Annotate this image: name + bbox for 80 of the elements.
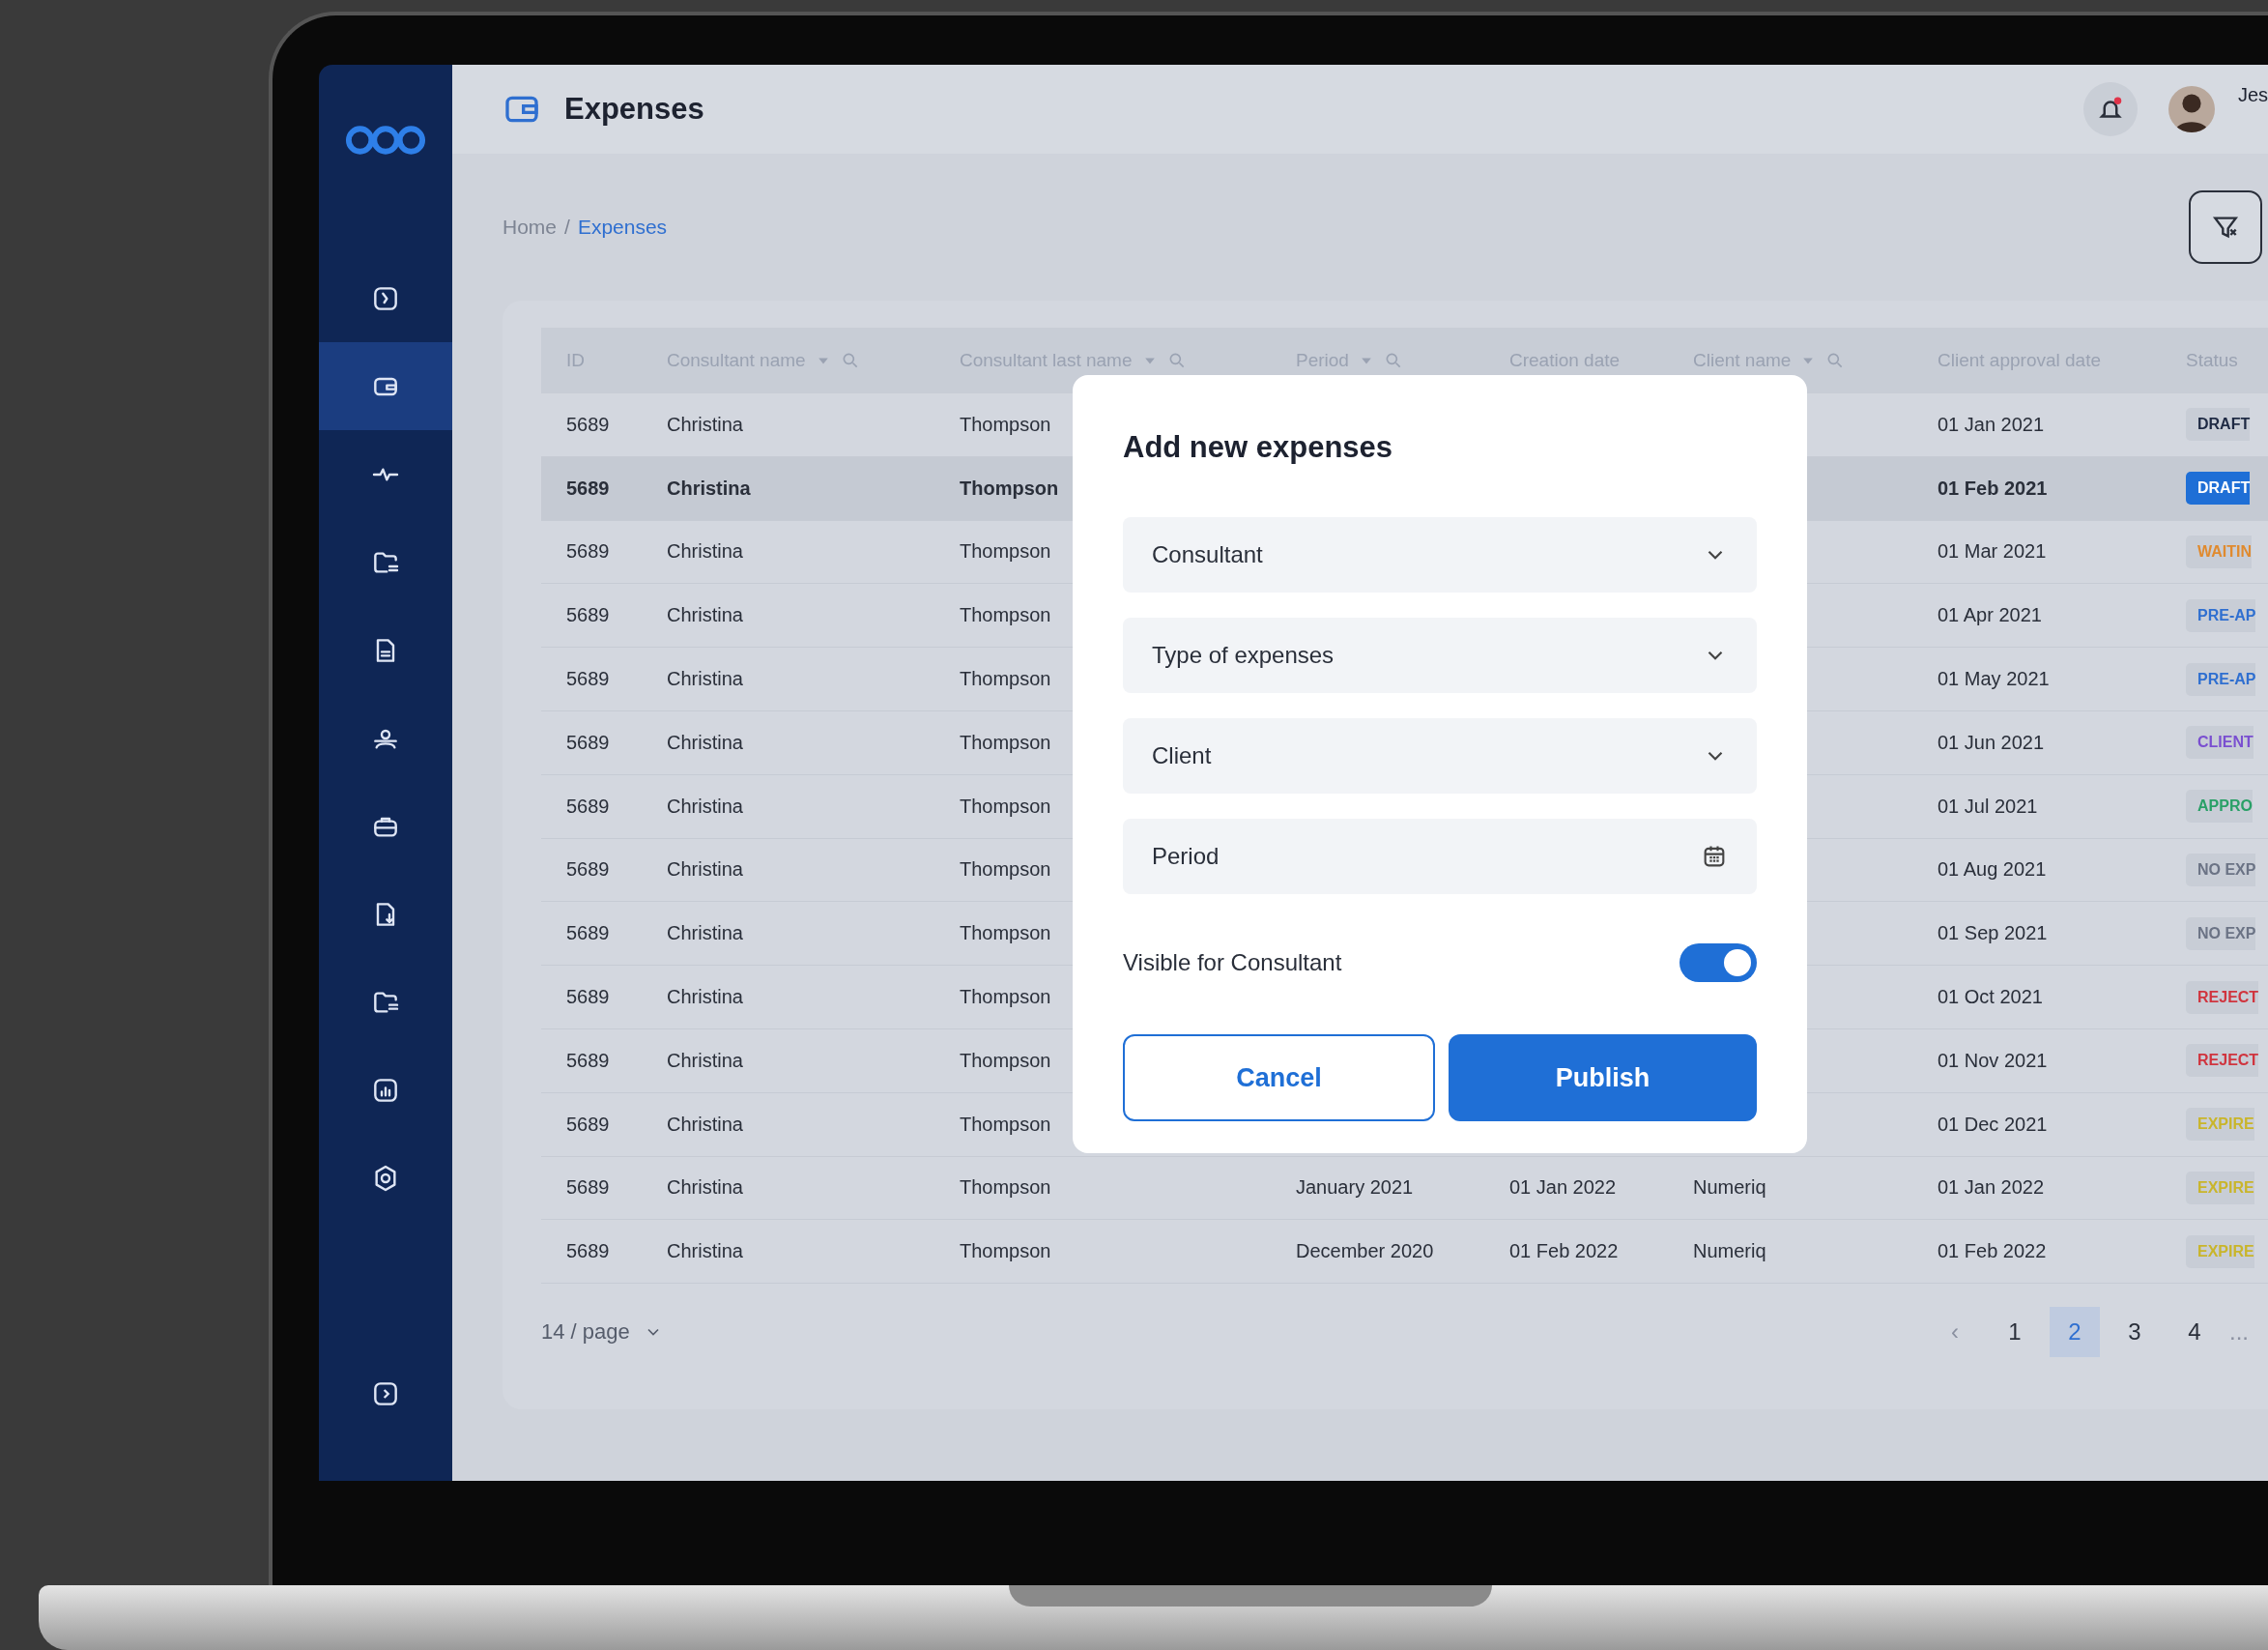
table-cell: Christina bbox=[667, 413, 743, 436]
table-cell: Christina bbox=[667, 731, 743, 754]
table-cell: 01 Jan 2022 bbox=[1938, 1176, 2045, 1200]
table-cell: Numeriq bbox=[1693, 1240, 1766, 1262]
table-cell: Christina bbox=[667, 1049, 743, 1072]
table-cell: Christina bbox=[667, 477, 751, 500]
status-badge: EXPIRE bbox=[2186, 1171, 2254, 1204]
status-badge: PRE-AP bbox=[2186, 598, 2256, 632]
table-cell: 5689 bbox=[566, 477, 610, 500]
table-cell: Christina bbox=[667, 986, 743, 1009]
table-cell: Numeriq bbox=[1693, 1176, 1766, 1199]
table-cell: Thompson bbox=[960, 604, 1051, 627]
status-badge: DRAFT bbox=[2186, 408, 2251, 442]
table-cell: 5689 bbox=[566, 668, 610, 691]
table-cell: January 2021 bbox=[1296, 1176, 1414, 1199]
table-cell: Thompson bbox=[960, 986, 1051, 1009]
status-badge: NO EXP bbox=[2186, 916, 2256, 950]
dialog-title: Add new expenses bbox=[1123, 430, 1394, 465]
table-cell: 01 Sep 2021 bbox=[1938, 922, 2048, 945]
table-cell: 5689 bbox=[566, 540, 610, 564]
status-badge: EXPIRE bbox=[2186, 1108, 2254, 1142]
status-badge: PRE-AP bbox=[2186, 662, 2256, 696]
table-cell: 01 Apr 2021 bbox=[1938, 604, 2042, 627]
status-badge: CLIENT bbox=[2186, 726, 2254, 760]
table-cell: 01 Feb 2022 bbox=[1938, 1240, 2047, 1263]
breadcrumb-separator: / bbox=[564, 216, 570, 239]
table-cell: Christina bbox=[667, 1176, 743, 1200]
table-cell: Thompson bbox=[960, 540, 1051, 564]
table-cell: Thompson bbox=[960, 413, 1051, 436]
table-cell: 5689 bbox=[566, 413, 610, 436]
table-cell: Christina bbox=[667, 540, 743, 564]
status-badge: REJECT bbox=[2186, 1044, 2259, 1078]
table-cell: Thompson bbox=[960, 731, 1051, 754]
table-cell: Thompson bbox=[960, 795, 1051, 818]
table-cell: 5689 bbox=[566, 986, 610, 1009]
table-cell: Thompson bbox=[960, 477, 1059, 500]
table-cell: Christina bbox=[667, 1240, 743, 1263]
table-cell: 01 Mar 2021 bbox=[1938, 540, 2047, 564]
table-cell: Thompson bbox=[960, 858, 1051, 882]
table-cell: 5689 bbox=[566, 795, 610, 818]
table-cell: Christina bbox=[667, 922, 743, 945]
table-cell: Christina bbox=[667, 1113, 743, 1136]
status-badge: REJECT bbox=[2186, 980, 2259, 1014]
table-cell: 5689 bbox=[566, 1113, 610, 1136]
table-cell: 01 Jan 2021 bbox=[1938, 413, 2045, 436]
table-cell: December 2020 bbox=[1296, 1240, 1434, 1262]
table-cell: 5689 bbox=[566, 858, 610, 882]
table-cell: 5689 bbox=[566, 1176, 610, 1200]
table-cell: Christina bbox=[667, 795, 743, 818]
table-cell: 01 Jun 2021 bbox=[1938, 731, 2045, 754]
status-badge: NO EXP bbox=[2186, 853, 2256, 886]
table-cell: 01 Feb 2022 bbox=[1509, 1240, 1619, 1262]
user-name: Jes bbox=[2237, 83, 2268, 106]
table-cell: 01 Jul 2021 bbox=[1938, 795, 2038, 818]
table-cell: Christina bbox=[667, 858, 743, 882]
table-cell: 01 May 2021 bbox=[1938, 668, 2050, 691]
table-cell: Thompson bbox=[960, 1049, 1051, 1072]
table-cell: 01 Jan 2022 bbox=[1509, 1176, 1617, 1199]
table-cell: 5689 bbox=[566, 604, 610, 627]
status-badge: EXPIRE bbox=[2186, 1234, 2254, 1268]
table-cell: 5689 bbox=[566, 731, 610, 754]
table-cell: 5689 bbox=[566, 1240, 610, 1263]
table-cell: 01 Nov 2021 bbox=[1938, 1049, 2048, 1072]
table-cell: Christina bbox=[667, 668, 743, 691]
table-cell: 01 Aug 2021 bbox=[1938, 858, 2047, 882]
status-badge: APPRO bbox=[2186, 790, 2253, 824]
status-badge: WAITIN bbox=[2186, 536, 2252, 568]
table-cell: 01 Oct 2021 bbox=[1938, 986, 2043, 1009]
table-cell: Thompson bbox=[960, 1240, 1051, 1263]
page-title: Expenses bbox=[564, 92, 704, 127]
table-cell: Thompson bbox=[960, 1176, 1051, 1200]
table-cell: Thompson bbox=[960, 922, 1051, 945]
table-cell: Thompson bbox=[960, 668, 1051, 691]
table-cell: Thompson bbox=[960, 1113, 1051, 1136]
table-cell: Christina bbox=[667, 604, 743, 627]
table-cell: 01 Feb 2021 bbox=[1938, 477, 2048, 500]
table-cell: 01 Dec 2021 bbox=[1938, 1113, 2048, 1136]
status-badge: DRAFT bbox=[2186, 472, 2251, 506]
table-cell: 5689 bbox=[566, 1049, 610, 1072]
table-cell: 5689 bbox=[566, 922, 610, 945]
